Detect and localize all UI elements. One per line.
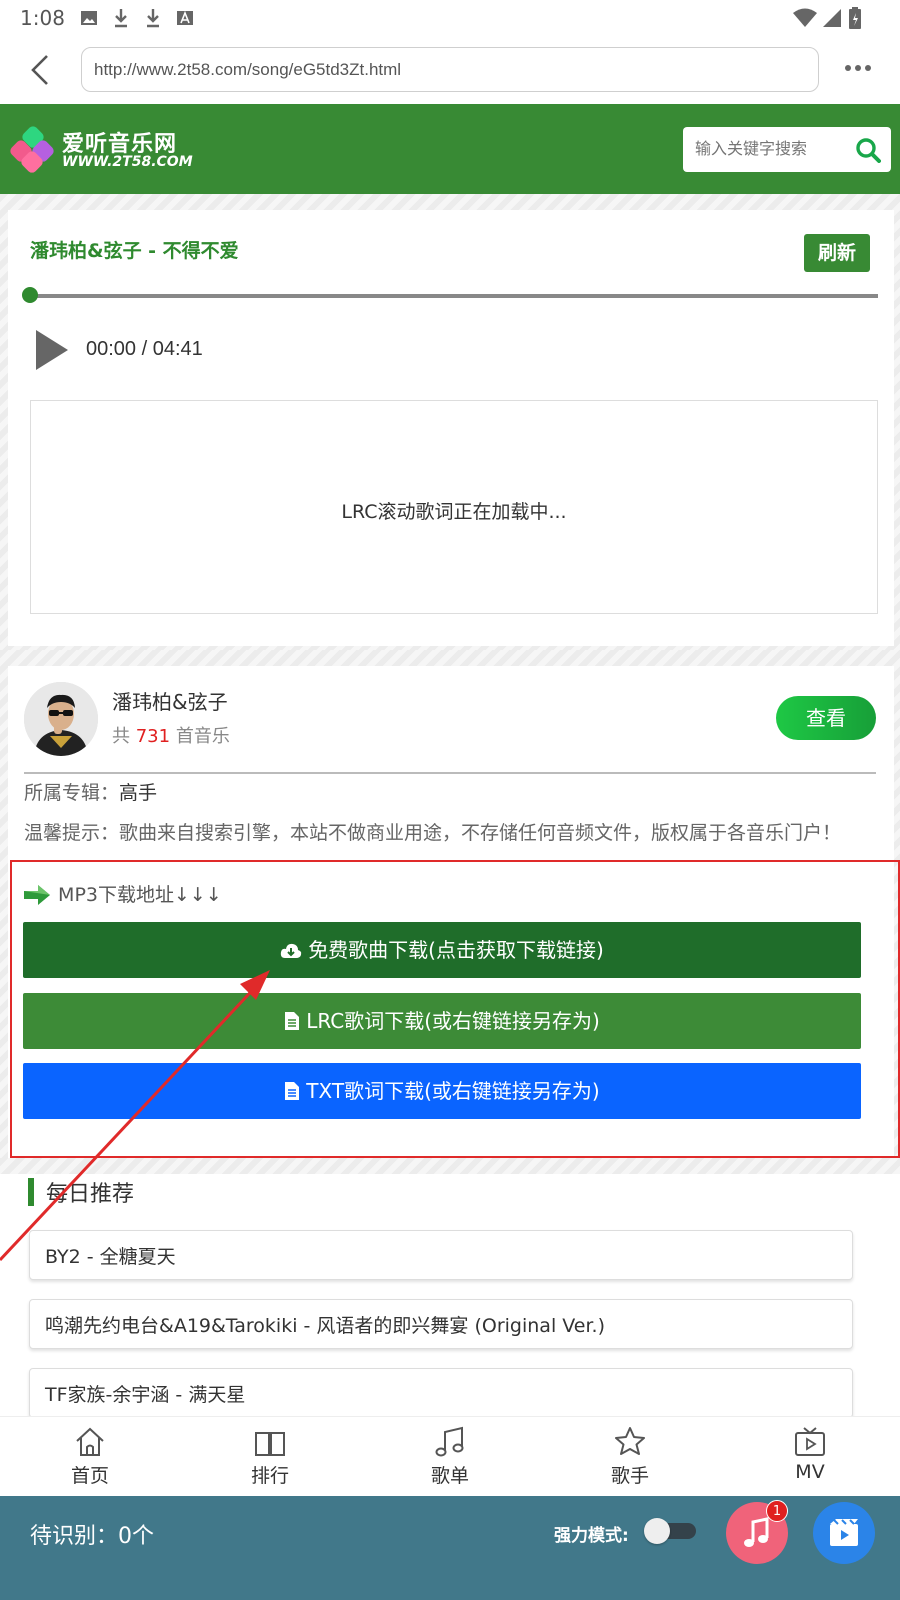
tv-play-icon (795, 1427, 825, 1456)
notification-badge: 1 (766, 1500, 788, 1522)
back-button[interactable] (22, 50, 62, 90)
star-icon (615, 1427, 645, 1455)
player-section: 潘玮柏&弦子 - 不得不爱 刷新 00:00 / 04:41 LRC滚动歌词正在… (0, 194, 900, 664)
video-icon (830, 1519, 858, 1546)
book-icon (255, 1432, 285, 1456)
progress-knob[interactable] (22, 287, 38, 303)
song-title: 潘玮柏&弦子 - 不得不爱 (30, 240, 239, 262)
recommend-item[interactable]: TF家族-余宇涵 - 满天星 (29, 1368, 853, 1418)
divider (24, 772, 876, 774)
pending-count: 待识别：0个 (30, 1524, 154, 1549)
nav-rank-label: 排行 (250, 1465, 289, 1487)
artist-song-count: 共 731 首音乐 (112, 722, 230, 748)
toggle-knob (644, 1518, 670, 1544)
artist-photo (24, 682, 98, 756)
browser-toolbar: http://www.2t58.com/song/eG5td3Zt.html (0, 36, 900, 104)
nav-singer-label: 歌手 (610, 1465, 649, 1487)
album-label: 所属专辑： (24, 782, 120, 804)
nav-mv[interactable]: MV (750, 1425, 870, 1495)
artist-avatar[interactable] (24, 682, 98, 756)
bottom-navigation: 首页 排行 歌单 歌手 MV (0, 1416, 900, 1496)
album-line: 所属专辑：高手 (24, 778, 157, 805)
play-icon[interactable] (32, 328, 72, 372)
artist-name[interactable]: 潘玮柏&弦子 (112, 686, 228, 715)
count-number: 731 (135, 726, 171, 747)
video-button[interactable] (813, 1502, 875, 1564)
count-suffix: 首音乐 (175, 726, 230, 747)
force-mode-toggle[interactable] (644, 1518, 696, 1544)
view-artist-button[interactable]: 查看 (776, 696, 876, 740)
site-logo[interactable]: 爱听音乐网 WWW.2T58.COM (10, 126, 210, 176)
search-input[interactable] (695, 139, 845, 158)
logo-icon (10, 126, 54, 173)
player-card: 潘玮柏&弦子 - 不得不爱 刷新 00:00 / 04:41 LRC滚动歌词正在… (8, 210, 894, 646)
nav-rank[interactable]: 排行 (210, 1425, 330, 1495)
annotation-arrow (0, 970, 270, 1262)
more-menu-button[interactable] (844, 58, 874, 78)
battery-icon (849, 7, 861, 29)
search-icon[interactable] (855, 137, 881, 163)
copyright-notice: 温馨提示：歌曲来自搜索引擎，本站不做商业用途，不存储任何音频文件，版权属于各音乐… (24, 822, 842, 844)
download-icon (115, 9, 127, 28)
recognition-bar: 待识别：0个 强力模式: 1 (0, 1496, 900, 1600)
refresh-button[interactable]: 刷新 (804, 234, 870, 272)
search-box (683, 127, 891, 172)
nav-playlist-label: 歌单 (430, 1465, 469, 1487)
recommend-item[interactable]: 鸣潮先约电台&A19&Tarokiki - 风语者的即兴舞宴 (Original… (29, 1299, 853, 1349)
album-name[interactable]: 高手 (119, 782, 157, 804)
url-field[interactable]: http://www.2t58.com/song/eG5td3Zt.html (81, 47, 819, 92)
font-icon (177, 10, 193, 25)
nav-home[interactable]: 首页 (30, 1425, 150, 1495)
site-header: 爱听音乐网 WWW.2T58.COM (0, 104, 900, 194)
playback-time: 00:00 / 04:41 (86, 338, 203, 360)
status-time: 1:08 (20, 6, 65, 30)
logo-subtitle: WWW.2T58.COM (62, 154, 193, 170)
status-bar: 1:08 (0, 0, 900, 36)
lyric-status: LRC滚动歌词正在加载中... (341, 501, 567, 523)
nav-mv-label: MV (795, 1461, 825, 1483)
signal-icon (823, 9, 841, 27)
nav-home-label: 首页 (70, 1465, 109, 1487)
progress-bar[interactable] (30, 294, 878, 298)
music-note-icon (435, 1426, 464, 1457)
music-note-icon (744, 1517, 769, 1547)
image-icon (81, 11, 97, 25)
lyric-box: LRC滚动歌词正在加载中... (30, 400, 878, 614)
count-prefix: 共 (112, 726, 130, 747)
force-mode-label: 强力模式: (554, 1526, 629, 1546)
download-icon (147, 9, 159, 28)
nav-playlist[interactable]: 歌单 (390, 1425, 510, 1495)
home-icon (76, 1427, 104, 1456)
wifi-icon (793, 8, 817, 27)
url-text: http://www.2t58.com/song/eG5td3Zt.html (94, 60, 402, 79)
nav-singer[interactable]: 歌手 (570, 1425, 690, 1495)
music-button[interactable]: 1 (726, 1500, 788, 1564)
